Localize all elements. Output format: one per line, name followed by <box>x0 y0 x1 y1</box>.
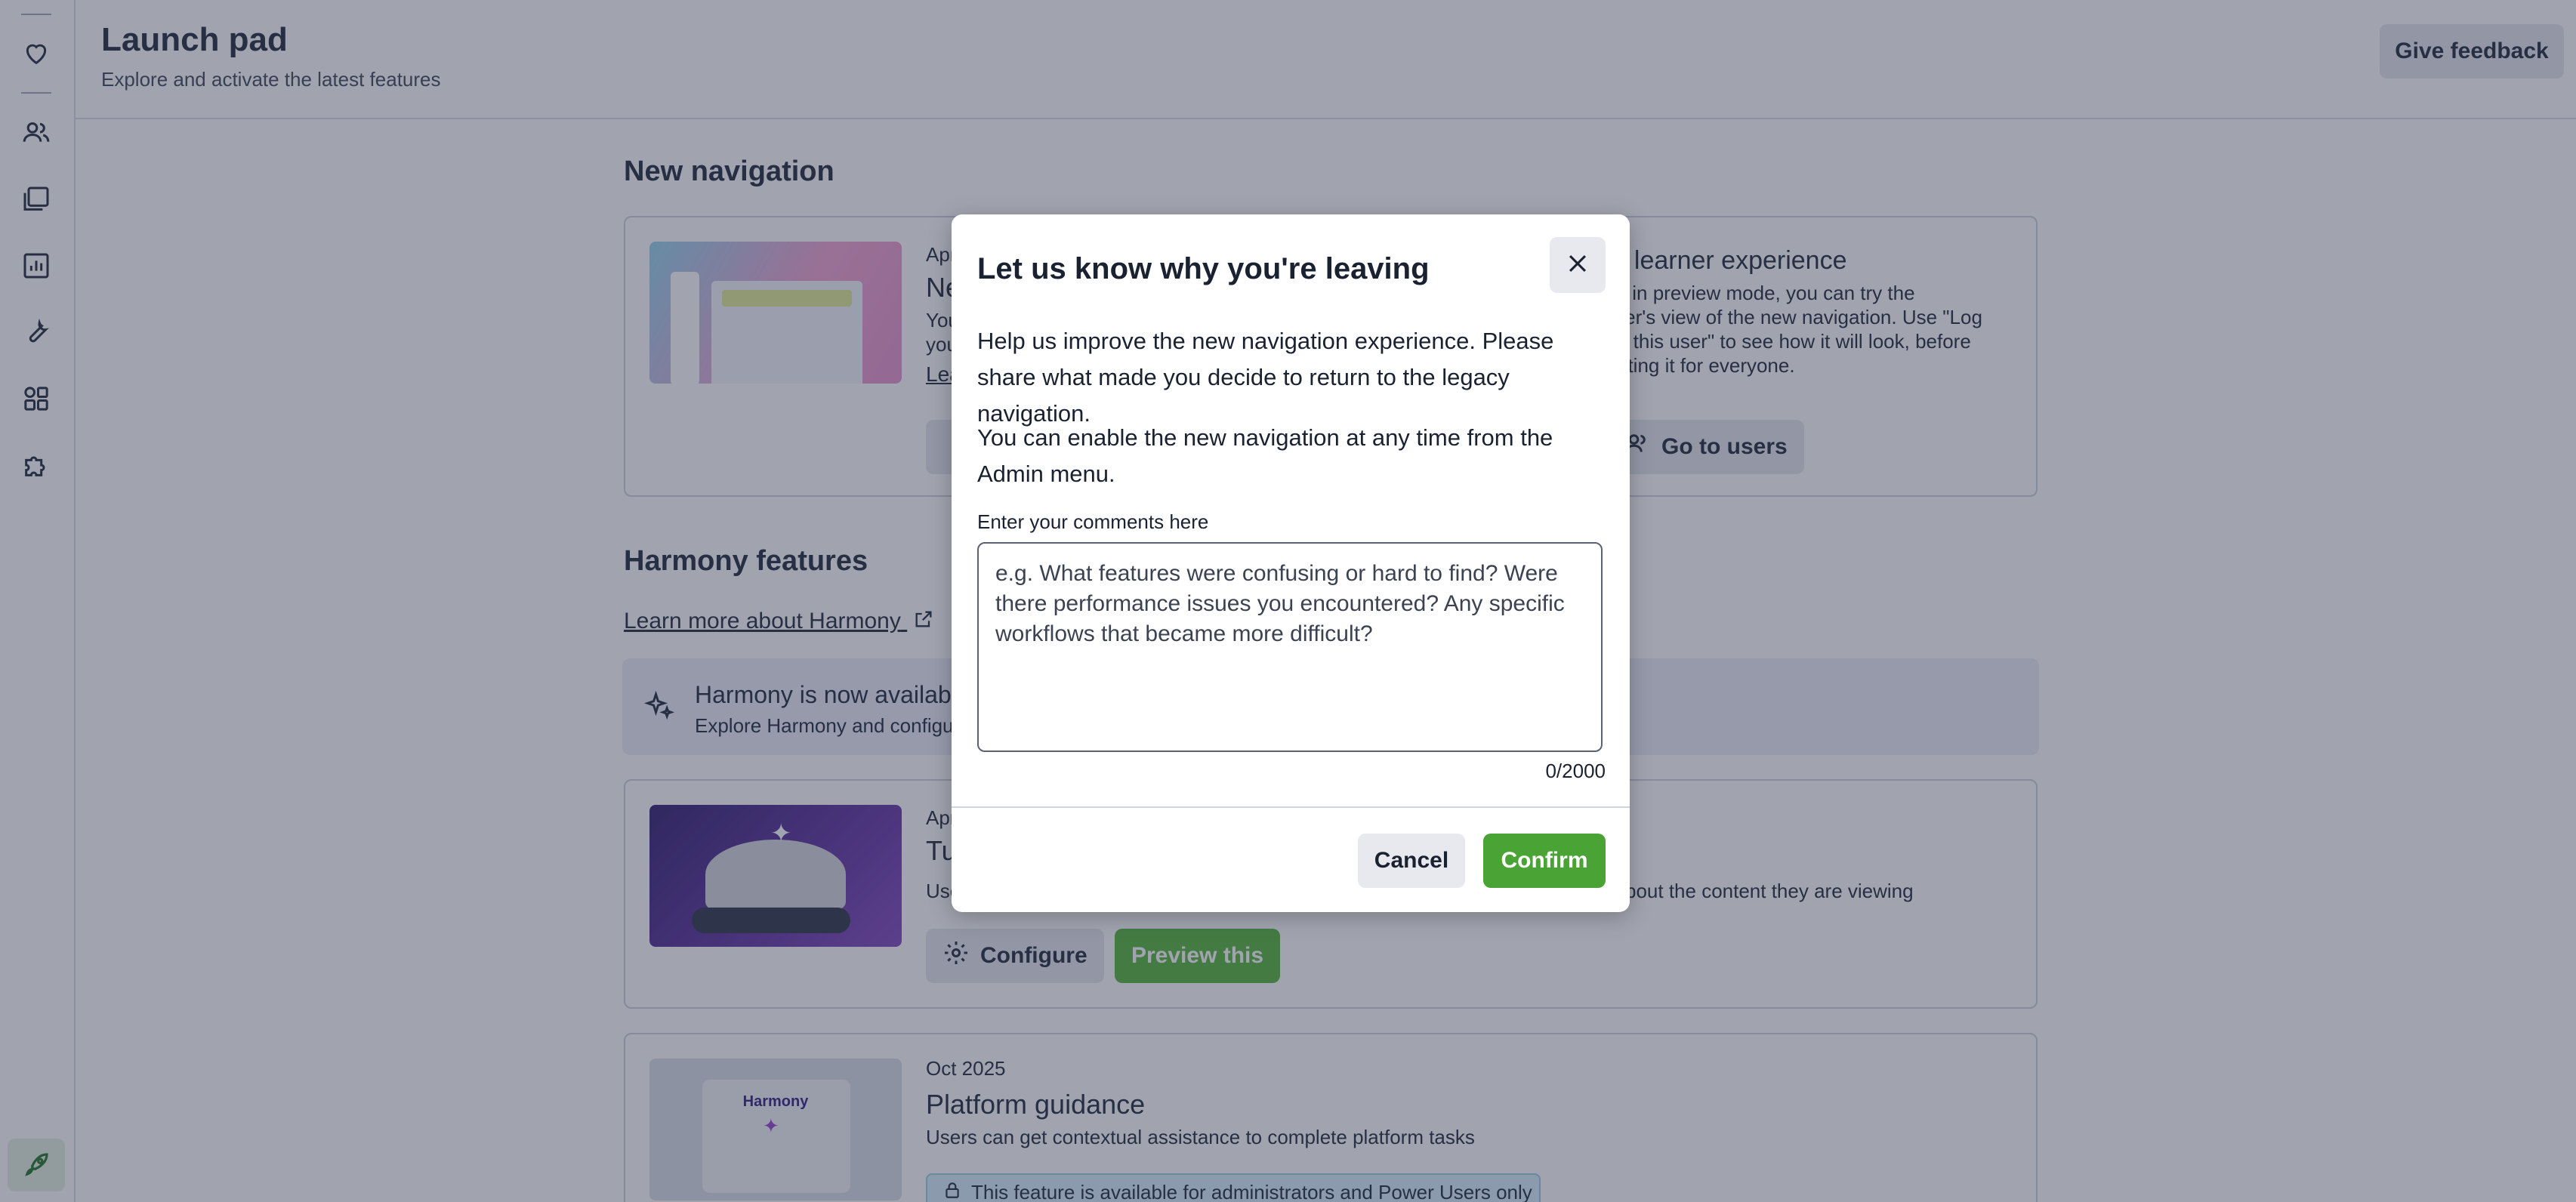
confirm-button[interactable]: Confirm <box>1483 834 1606 888</box>
dialog-note: You can enable the new navigation at any… <box>977 424 1553 487</box>
dialog-description: Help us improve the new navigation exper… <box>977 328 1554 427</box>
character-count: 0/2000 <box>1545 760 1606 782</box>
leaving-feedback-dialog: Let us know why you're leaving Help us i… <box>952 214 1630 912</box>
dialog-title: Let us know why you're leaving <box>977 252 1430 285</box>
dialog-divider <box>952 806 1630 808</box>
comments-textarea[interactable] <box>977 542 1603 752</box>
close-icon <box>1565 251 1590 280</box>
cancel-button[interactable]: Cancel <box>1358 834 1465 888</box>
comments-label: Enter your comments here <box>977 510 1209 533</box>
close-button[interactable] <box>1550 237 1606 293</box>
